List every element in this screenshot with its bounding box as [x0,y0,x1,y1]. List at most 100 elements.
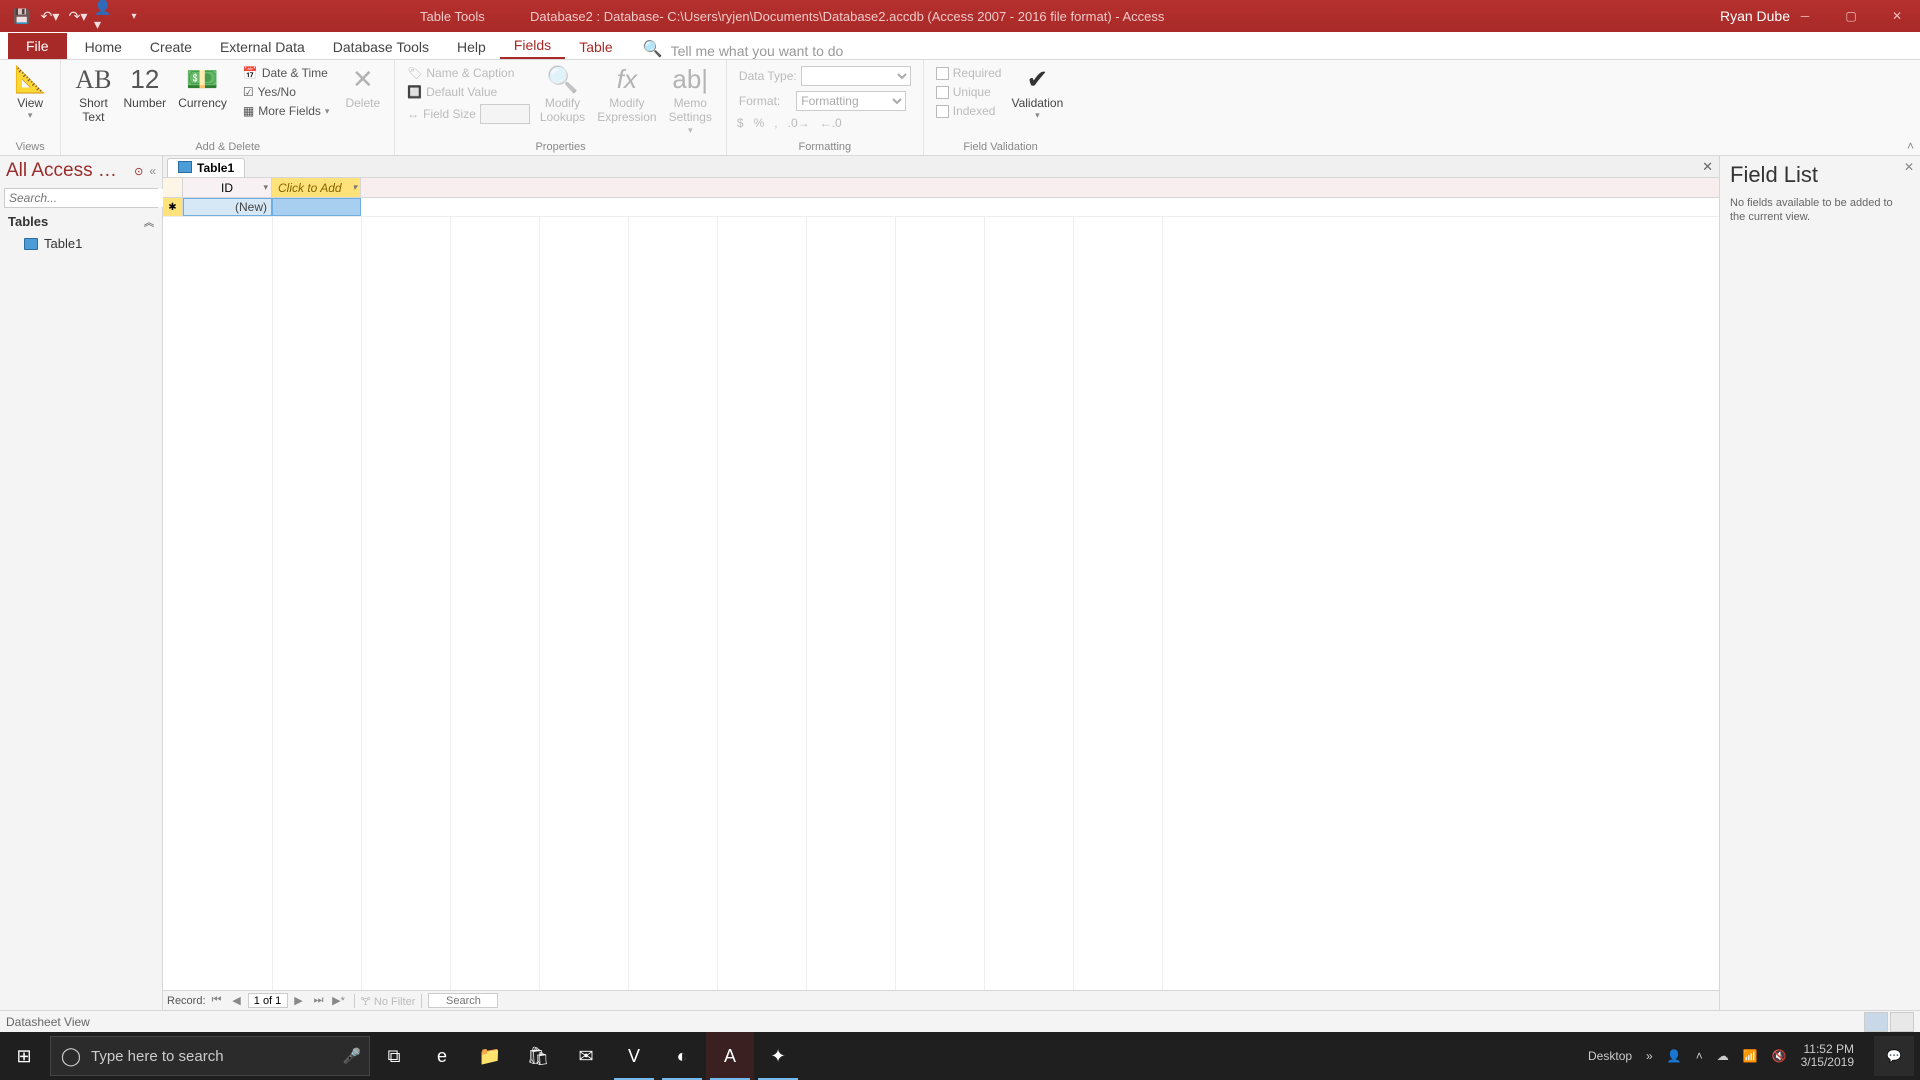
undo-icon[interactable]: ↶▾ [38,4,62,28]
nav-item-table1[interactable]: Table1 [0,233,162,254]
user-icon[interactable]: 👤▾ [94,4,118,28]
document-tab-table1[interactable]: Table1 [167,158,245,177]
datasheet-new-row[interactable]: ✱ (New) [163,198,1719,217]
short-text-button[interactable]: ABShort Text [69,64,117,125]
close-button[interactable]: ✕ [1874,0,1920,32]
content-area: All Access … ⊙ « 🔍 Tables ︽ Table1 Table… [0,156,1920,1010]
desktop-toolbar[interactable]: Desktop [1588,1049,1632,1063]
ribbon-group-properties: 🏷Name & Caption 🔲Default Value ↔Field Si… [395,60,727,155]
wifi-icon[interactable]: 📶 [1743,1049,1758,1063]
nav-search-input[interactable] [5,189,170,207]
taskbar-mail[interactable]: ✉ [562,1032,610,1080]
row-selector-new[interactable]: ✱ [163,198,183,216]
action-center-icon[interactable]: 💬 [1874,1036,1914,1076]
cortana-search-placeholder: Type here to search [91,1048,335,1065]
task-view-button[interactable]: ⧉ [370,1032,418,1080]
memo-settings-button: ab|Memo Settings▾ [663,64,718,136]
tab-table[interactable]: Table [565,35,626,59]
volume-icon[interactable]: 🔇 [1772,1049,1787,1063]
record-navigator: Record: ⏮ ◀ ▶ ⏭ ▶* 🝖 No Filter [163,990,1719,1010]
quick-access-toolbar: 💾 ↶▾ ↷▾ 👤▾ ▾ [0,4,146,28]
date-time-button[interactable]: 📅Date & Time [239,64,334,82]
nav-group-tables[interactable]: Tables ︽ [0,210,162,233]
ribbon-group-formatting-label: Formatting [735,141,915,155]
new-record-button[interactable]: ▶* [330,993,348,1008]
view-button[interactable]: 📐 View ▾ [8,64,52,121]
prev-record-button[interactable]: ◀ [228,993,246,1008]
tab-home[interactable]: Home [71,35,136,59]
collapse-group-icon[interactable]: ︽ [144,214,154,229]
taskbar-file-explorer[interactable]: 📁 [466,1032,514,1080]
minimize-button[interactable]: ─ [1782,0,1828,32]
taskbar-clock[interactable]: 11:52 PM 3/15/2019 [1801,1043,1854,1069]
qat-more-icon[interactable]: ▾ [122,4,146,28]
collapse-ribbon-icon[interactable]: ˄ [1907,139,1914,153]
close-document-icon[interactable]: ✕ [1702,159,1713,175]
nav-pane-header[interactable]: All Access … ⊙ « [0,156,162,186]
window-controls: ─ ▢ ✕ [1782,0,1920,32]
field-list-empty-text: No fields available to be added to the c… [1730,196,1910,225]
start-button[interactable]: ⊞ [0,1032,48,1080]
close-pane-icon[interactable]: ✕ [1904,160,1914,174]
datasheet[interactable]: ID▾ Click to Add▾ ✱ (New) [163,178,1719,990]
onedrive-icon[interactable]: ☁ [1717,1049,1729,1063]
ribbon-group-validation-label: Field Validation [932,141,1070,155]
record-label: Record: [167,995,206,1007]
datasheet-view-shortcut[interactable] [1864,1012,1888,1032]
next-record-button[interactable]: ▶ [290,993,308,1008]
first-record-button[interactable]: ⏮ [208,993,226,1008]
tab-help[interactable]: Help [443,35,500,59]
cortana-search[interactable]: ◯ Type here to search 🎤 [50,1036,370,1076]
navigation-pane: All Access … ⊙ « 🔍 Tables ︽ Table1 [0,156,163,1010]
taskbar-vivaldi[interactable]: V [610,1032,658,1080]
microphone-icon[interactable]: 🎤 [335,1047,369,1065]
tab-file[interactable]: File [8,33,67,59]
tab-create[interactable]: Create [136,35,206,59]
currency-button[interactable]: 💵Currency [172,64,233,110]
column-header-id[interactable]: ID▾ [183,178,272,197]
tray-overflow-icon[interactable]: » [1646,1049,1653,1063]
taskbar-access[interactable]: A [706,1032,754,1080]
taskbar-app[interactable]: ✦ [754,1032,802,1080]
record-position-input[interactable] [248,993,288,1008]
status-view-mode: Datasheet View [6,1015,90,1029]
cell-id-new[interactable]: (New) [183,198,272,216]
more-fields-button[interactable]: ▦More Fields▾ [239,102,334,120]
unique-checkbox: Unique [932,83,1006,101]
cell-add-new[interactable] [272,198,361,216]
nav-dropdown-icon[interactable]: ⊙ [134,165,143,178]
column-header-click-to-add[interactable]: Click to Add▾ [272,178,361,197]
select-all-cell[interactable] [163,178,183,197]
redo-icon[interactable]: ↷▾ [66,4,90,28]
tellme-search-icon[interactable]: 🔍 [643,39,663,59]
validation-button[interactable]: ✔Validation▾ [1005,64,1069,121]
save-icon[interactable]: 💾 [10,4,34,28]
datasheet-search-input[interactable] [428,993,498,1008]
tab-external-data[interactable]: External Data [206,35,319,59]
tellme-search-input[interactable]: Tell me what you want to do [671,43,844,59]
number-button[interactable]: 12Number [118,64,173,110]
taskbar-store[interactable]: 🛍 [514,1032,562,1080]
table-icon [178,161,192,173]
fields-icon: ▦ [243,104,254,118]
nav-search[interactable]: 🔍 [4,188,158,208]
table-icon [24,238,38,250]
design-view-shortcut[interactable] [1890,1012,1914,1032]
tab-fields[interactable]: Fields [500,33,565,59]
yes-no-button[interactable]: ☑Yes/No [239,83,334,101]
system-tray: Desktop » 👤 ˄ ☁ 📶 🔇 11:52 PM 3/15/2019 💬 [1588,1036,1920,1076]
maximize-button[interactable]: ▢ [1828,0,1874,32]
calendar-icon: 📅 [243,66,258,80]
column-dropdown-icon[interactable]: ▾ [352,182,357,193]
signed-in-user[interactable]: Ryan Dube [1720,0,1790,32]
field-list-pane: ✕ Field List No fields available to be a… [1720,156,1920,1010]
tray-expand-icon[interactable]: ˄ [1696,1049,1703,1063]
contextual-tab-label: Table Tools [420,0,485,32]
nav-collapse-icon[interactable]: « [149,164,156,178]
last-record-button[interactable]: ⏭ [310,993,328,1008]
column-dropdown-icon[interactable]: ▾ [263,182,268,193]
taskbar-chrome[interactable]: ◐ [658,1032,706,1080]
tab-database-tools[interactable]: Database Tools [319,35,443,59]
taskbar-edge[interactable]: e [418,1032,466,1080]
people-icon[interactable]: 👤 [1667,1049,1682,1063]
